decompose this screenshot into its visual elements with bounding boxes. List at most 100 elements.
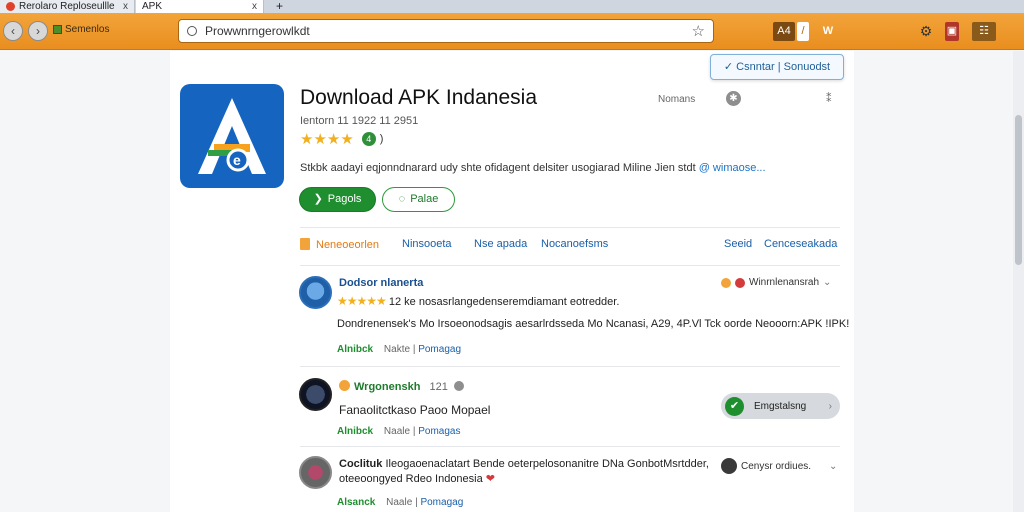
browser-tab-strip: Rerolaro Reploseullle x APK x + — [0, 0, 1024, 13]
heart-icon: ❤ — [485, 473, 496, 485]
review-stars: ★★★★★ — [337, 294, 387, 308]
review-actions: Alnibck Nakte | Pomagag — [337, 344, 461, 355]
review-like-count: Naale — [383, 426, 411, 437]
new-tab-button[interactable]: + — [270, 0, 290, 13]
avatar[interactable] — [299, 378, 332, 411]
app-meta: Ientorn 11 1922 11 2951 — [300, 115, 419, 127]
extension-c-icon[interactable]: W — [820, 22, 836, 41]
divider — [300, 265, 840, 266]
review-author-name: Wrgonenskh — [354, 381, 421, 393]
review-like-count: Nakte — [383, 344, 411, 355]
browser-tab-1[interactable]: Rerolaro Reploseullle x — [0, 0, 135, 13]
secondary-button-label: Palae — [410, 193, 439, 205]
info-icon[interactable]: ✱ — [726, 91, 741, 106]
content-tabs: Neneoeorlen Ninsooeta Nse apada Nocanoef… — [300, 238, 840, 256]
browser-tab-2[interactable]: APK x — [136, 0, 264, 13]
divider — [300, 446, 840, 447]
app-description: Stkbk aadayi eqjonndnarard udy shte ofid… — [300, 162, 800, 174]
avatar[interactable] — [299, 456, 332, 489]
settings-gear-icon[interactable]: ⚙ — [918, 22, 934, 41]
review-summary-text: 12 ke nosasrlangedenseremdiamant eotredd… — [388, 296, 620, 308]
bookmarks-label: Semenlos — [65, 24, 110, 35]
bookmarks-button[interactable]: Semenlos — [53, 24, 109, 35]
review-actions: Alnibck Naale | Pomagas — [337, 426, 460, 437]
review-side-info: Cenysr ordiues. ⌄ — [721, 458, 837, 474]
review-author[interactable]: Dodsor nlanerta — [339, 277, 423, 289]
info-icon[interactable] — [453, 381, 464, 391]
primary-download-button[interactable]: ❯ Pagols — [299, 187, 376, 212]
tab-overview-icon — [300, 238, 310, 250]
reply-button[interactable]: Pomagas — [418, 426, 460, 437]
app-logo-icon: e — [180, 84, 284, 188]
favicon-icon — [6, 2, 15, 11]
like-button[interactable]: Alsanck — [337, 497, 375, 508]
check-icon: ✔ — [725, 396, 744, 416]
review-side-label: Winrnlenansrah — [749, 277, 820, 288]
forward-button[interactable]: › — [28, 21, 48, 41]
reply-button[interactable]: Pomagag — [418, 344, 461, 355]
page-scrollbar[interactable] — [1013, 51, 1024, 512]
more-options-icon[interactable]: ⁑ — [826, 92, 832, 105]
back-button[interactable]: ‹ — [3, 21, 23, 41]
review-actions: Alsanck Naale | Pomagag — [337, 497, 463, 508]
tab-right-first[interactable]: Seeid — [724, 238, 752, 250]
menu-icon[interactable]: ☷ — [972, 22, 996, 41]
download-icon: ❯ — [313, 193, 323, 205]
chevron-down-icon[interactable]: ⌄ — [823, 277, 831, 288]
header-label: Nomans — [658, 94, 696, 105]
verified-icon — [339, 380, 350, 391]
review-body: Dondrenensek's Mo Irsoeonodsagis aesarlr… — [337, 318, 850, 330]
primary-button-label: Pagols — [327, 193, 362, 205]
extension-b-icon[interactable]: / — [797, 22, 809, 41]
url-text[interactable]: Prowwnrngerowlkdt — [205, 24, 692, 38]
browser-tab-label: APK — [142, 1, 163, 12]
close-tab-icon[interactable]: x — [123, 0, 128, 13]
tab-second[interactable]: Ninsooeta — [402, 238, 452, 250]
bookmark-star-icon[interactable]: ☆ — [692, 22, 705, 40]
review-body: Coclituk Ileogaoenaclatart Bende oeterpe… — [339, 458, 709, 470]
rating-stars: ★★★★ — [300, 131, 354, 148]
like-button[interactable]: Alnibck — [337, 426, 373, 437]
review-author[interactable]: Coclituk — [339, 458, 382, 470]
divider — [300, 366, 840, 367]
extension-a-icon[interactable]: A4 — [773, 22, 795, 41]
review-author[interactable]: Wrgonenskh 121 — [339, 380, 464, 393]
tab-overview-label: Neneoeorlen — [316, 239, 379, 251]
app-rating: ★★★★ 4 ) — [300, 130, 383, 148]
reply-button[interactable]: Pomagag — [420, 497, 463, 508]
tab-third[interactable]: Nse apada — [474, 238, 527, 250]
description-text: Stkbk aadayi eqjonndnarard udy shte ofid… — [300, 162, 696, 174]
notification-popup[interactable]: ✓ Csnntar | Sonuodst — [710, 54, 844, 80]
shield-icon: ◌ — [398, 193, 406, 205]
chevron-down-icon[interactable]: ⌄ — [829, 461, 837, 472]
app-logo-letter-a-icon: e — [198, 98, 266, 174]
avatar[interactable] — [721, 458, 737, 474]
rating-badge: 4 — [361, 132, 376, 146]
close-tab-icon[interactable]: x — [252, 0, 257, 13]
bookmark-icon — [53, 25, 62, 34]
search-icon — [187, 26, 197, 36]
app-title: Download APK Indanesia — [300, 86, 537, 109]
avatar[interactable] — [299, 276, 332, 309]
scrollbar-thumb[interactable] — [1015, 115, 1022, 265]
tab-right-second[interactable]: Cenceseakada — [764, 238, 837, 250]
address-bar[interactable]: Prowwnrngerowlkdt ☆ — [178, 19, 714, 43]
review-body-line2: oteeoongyed Rdeo Indonesia ❤ — [339, 472, 495, 485]
browser-tab-label: Rerolaro Reploseullle — [19, 1, 115, 12]
tab-fourth[interactable]: Nocanoefsms — [541, 238, 608, 250]
read-more-link[interactable]: @ wimaose... — [699, 162, 766, 174]
review-meta: 121 — [429, 381, 448, 393]
chevron-right-icon: › — [828, 400, 832, 412]
secondary-button[interactable]: ◌ Palae — [382, 187, 455, 212]
review-like-count: Naale — [386, 497, 413, 508]
extension-e-icon[interactable]: ▣ — [945, 22, 959, 41]
badge-icon — [721, 277, 731, 288]
review-body-text: Ileogaoenaclatart Bende oeterpelosonanit… — [385, 458, 709, 470]
tab-overview[interactable]: Neneoeorlen — [300, 238, 379, 251]
svg-text:e: e — [233, 152, 241, 168]
review-body2-text: oteeoongyed Rdeo Indonesia — [339, 473, 483, 485]
review-side-label: Cenysr ordiues. — [741, 460, 812, 472]
status-pill-button[interactable]: ✔ Emgstalsng › — [721, 393, 840, 419]
like-button[interactable]: Alnibck — [337, 344, 373, 355]
status-pill-label: Emgstalsng — [754, 400, 807, 412]
